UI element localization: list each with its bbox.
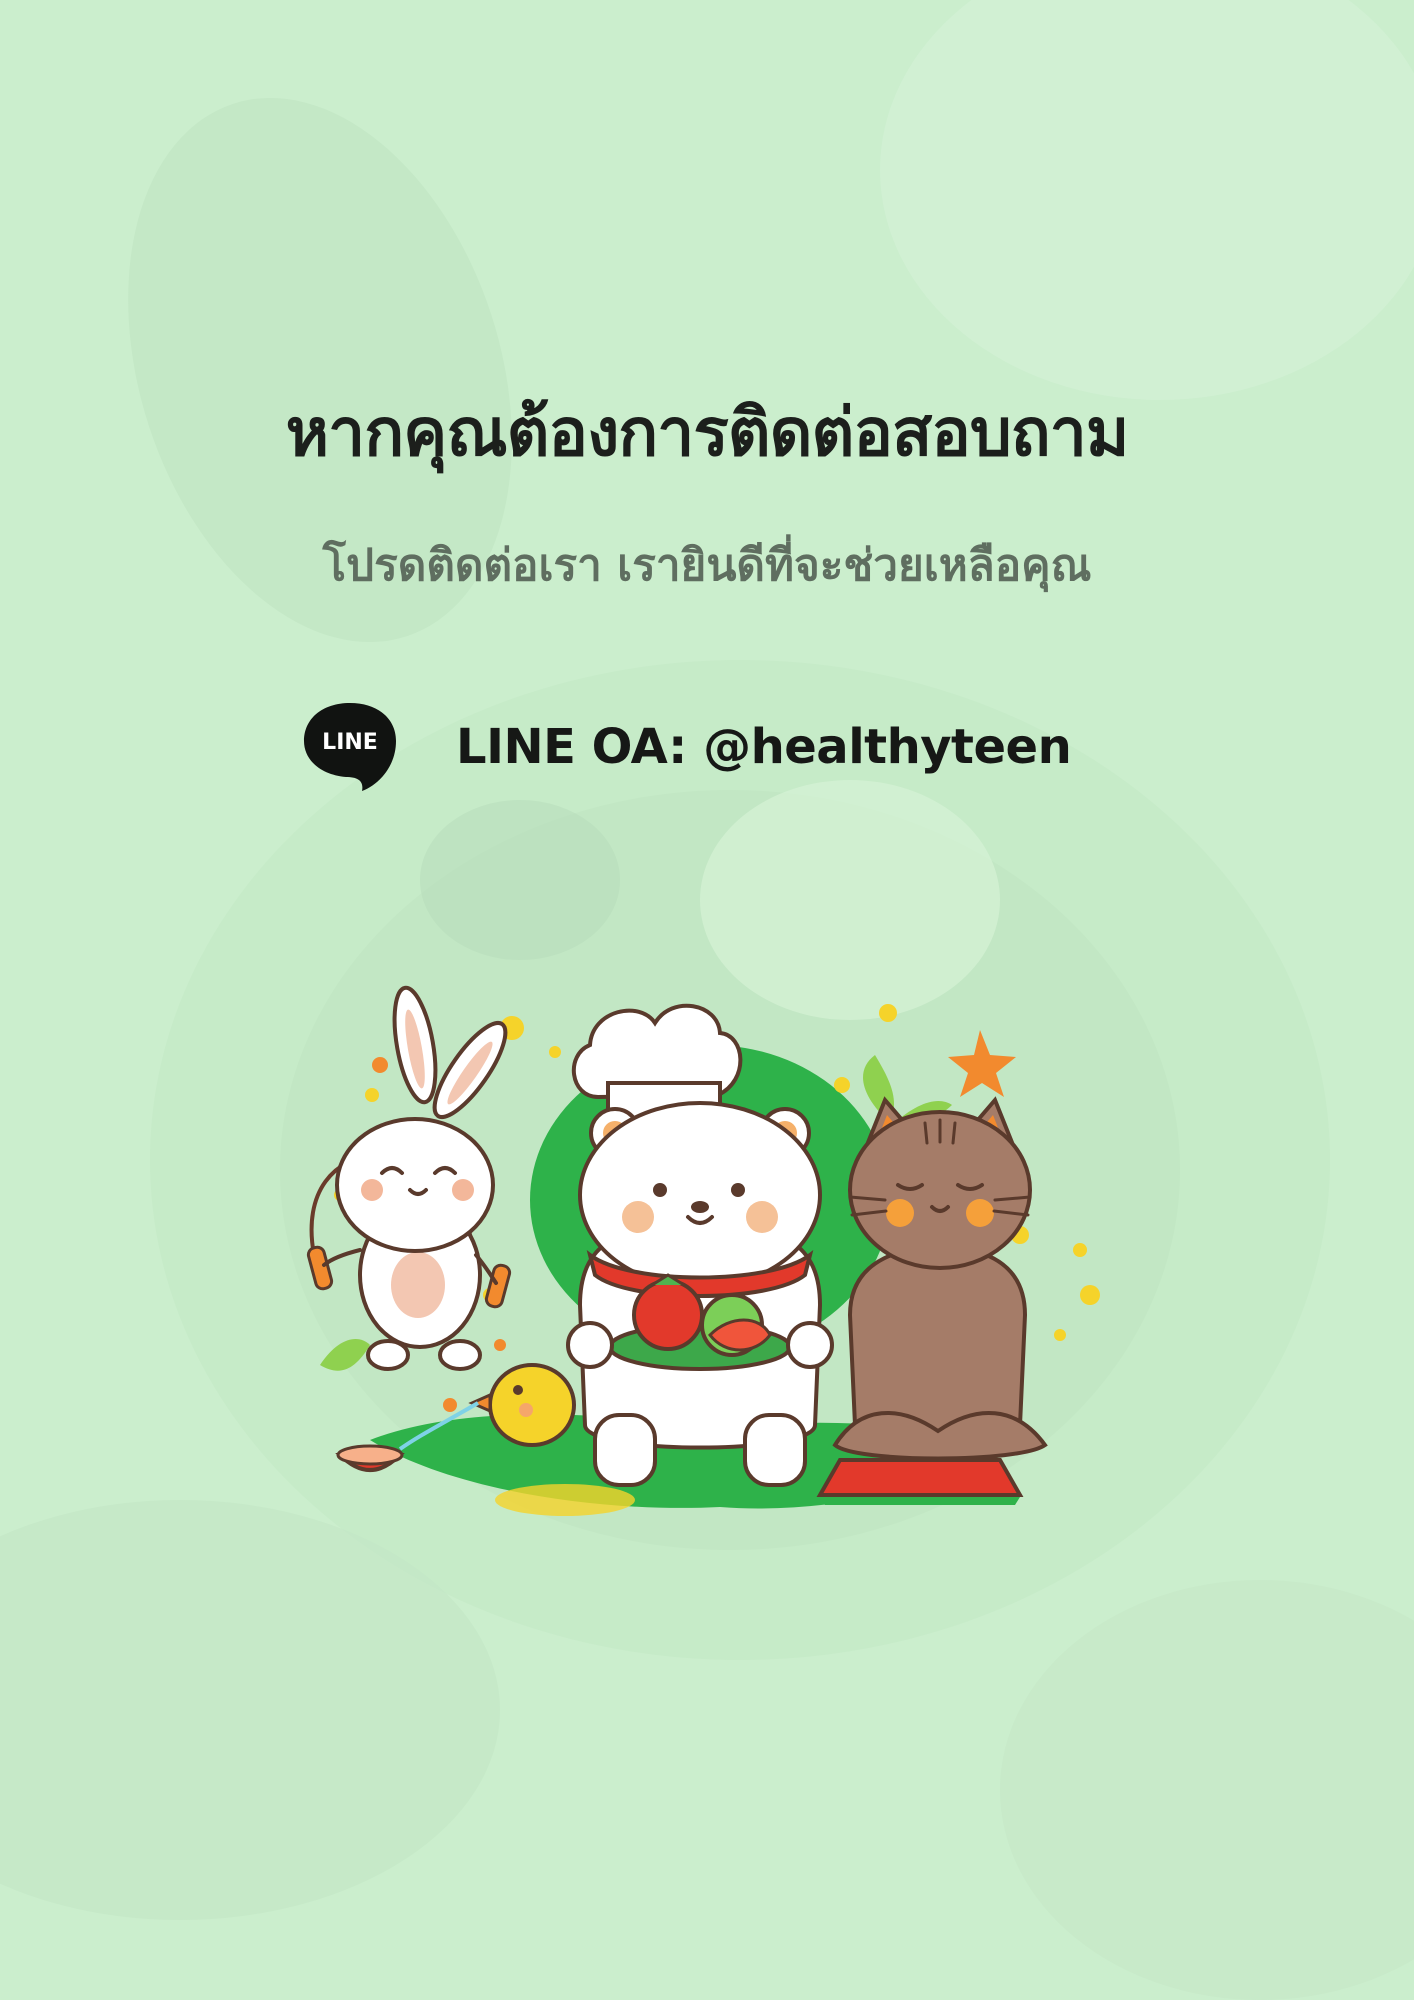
- line-oa-handle: LINE OA: @healthyteen: [456, 719, 1072, 775]
- orange-star: [948, 1030, 1016, 1097]
- mascot-illustration: [306, 985, 1100, 1516]
- line-logo-icon: LINE: [304, 703, 396, 791]
- page-title: หากคุณต้องการติดต่อสอบถาม: [285, 394, 1130, 471]
- contact-poster: หากคุณต้องการติดต่อสอบถาม โปรดติดต่อเรา …: [0, 0, 1414, 2000]
- line-logo-text: LINE: [322, 730, 378, 755]
- line-contact[interactable]: LINE LINE OA: @healthyteen: [300, 697, 1072, 797]
- page-subtitle: โปรดติดต่อเรา เรายินดีที่จะช่วยเหลือคุณ: [322, 540, 1092, 591]
- rabbit-character: [306, 985, 512, 1371]
